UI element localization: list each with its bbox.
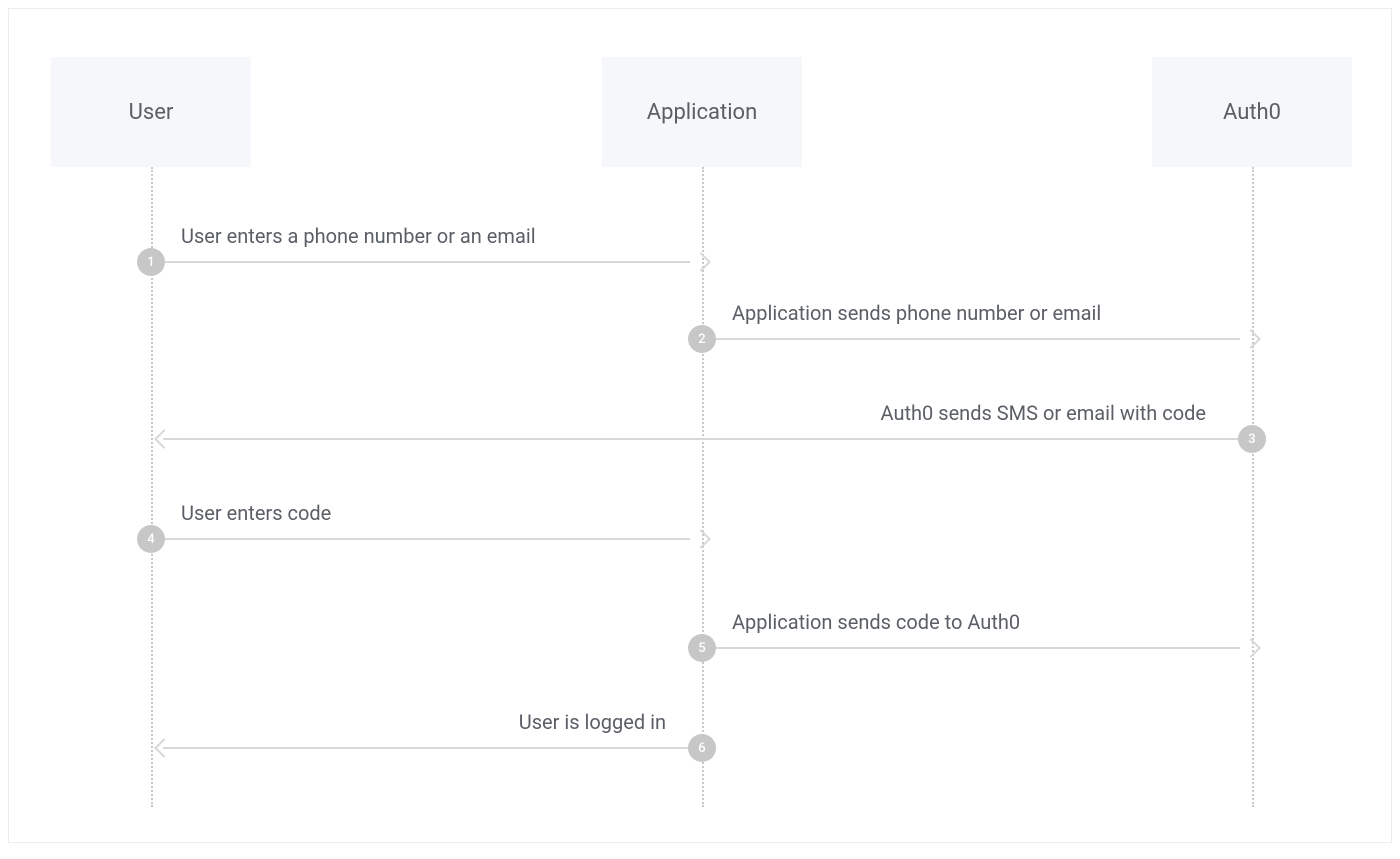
lifeline-auth0: [1252, 167, 1254, 807]
step-1-badge: 1: [137, 248, 165, 276]
step-1-number: 1: [147, 255, 154, 270]
step-2-badge: 2: [688, 325, 716, 353]
actor-user: User: [51, 57, 251, 167]
step-3-badge: 3: [1238, 425, 1266, 453]
step-4-badge: 4: [137, 525, 165, 553]
step-6-arrow: [163, 747, 688, 749]
step-3-number: 3: [1248, 432, 1255, 447]
step-2-arrow: [716, 338, 1240, 340]
sequence-diagram: User Application Auth0 1 User enters a p…: [8, 8, 1392, 843]
step-5-number: 5: [698, 641, 705, 656]
step-6-label: User is logged in: [519, 710, 666, 742]
step-4-number: 4: [147, 532, 154, 547]
step-5-label: Application sends code to Auth0: [732, 610, 1020, 642]
step-4-arrow: [165, 538, 690, 540]
actor-application: Application: [602, 57, 802, 167]
actor-auth0-label: Auth0: [1223, 100, 1281, 125]
step-1-arrow: [165, 261, 690, 263]
step-3-arrow: [163, 438, 1238, 440]
actor-auth0: Auth0: [1152, 57, 1352, 167]
step-2-label: Application sends phone number or email: [732, 301, 1101, 333]
step-6-number: 6: [698, 741, 705, 756]
step-3-label: Auth0 sends SMS or email with code: [881, 401, 1206, 433]
actor-user-label: User: [129, 100, 174, 125]
step-5-arrow: [716, 647, 1240, 649]
step-4-label: User enters code: [181, 501, 331, 533]
step-5-badge: 5: [688, 634, 716, 662]
step-6-badge: 6: [688, 734, 716, 762]
step-2-number: 2: [698, 332, 705, 347]
actor-application-label: Application: [647, 100, 757, 125]
step-1-label: User enters a phone number or an email: [181, 224, 536, 256]
